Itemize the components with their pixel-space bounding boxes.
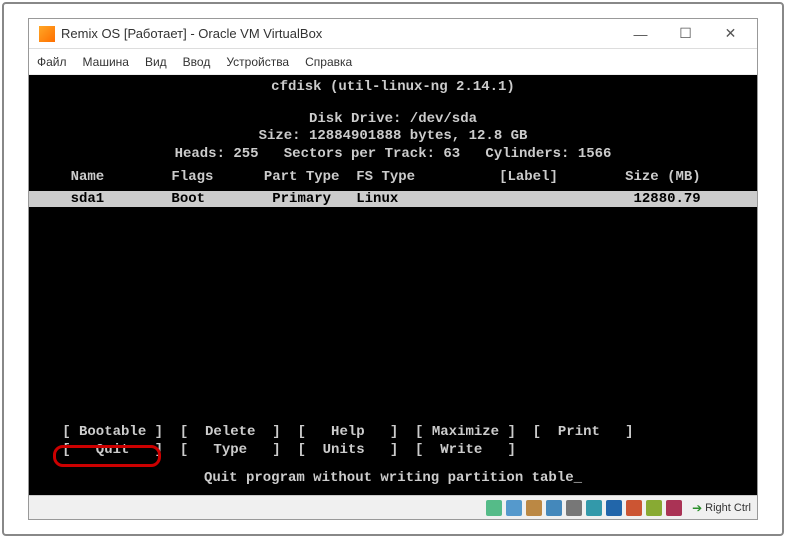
partition-row-selected[interactable]: sda1 Boot Primary Linux 12880.79 <box>29 191 757 207</box>
usb-icon[interactable] <box>566 500 582 516</box>
cfdisk-title: cfdisk (util-linux-ng 2.14.1) <box>29 79 757 97</box>
host-key-indicator[interactable]: ➔ Right Ctrl <box>692 501 751 515</box>
hdd-icon[interactable] <box>486 500 502 516</box>
window-title: Remix OS [Работает] - Oracle VM VirtualB… <box>61 26 618 41</box>
menu-hint: Quit program without writing partition t… <box>29 470 757 488</box>
menu-view[interactable]: Вид <box>145 55 167 69</box>
cd-icon[interactable] <box>506 500 522 516</box>
host-key-label: Right Ctrl <box>705 502 751 514</box>
app-icon <box>39 26 55 42</box>
menubar: Файл Машина Вид Ввод Устройства Справка <box>29 49 757 75</box>
disk-geometry-line: Heads: 255 Sectors per Track: 63 Cylinde… <box>29 146 757 164</box>
share-icon[interactable] <box>586 500 602 516</box>
clipboard-icon[interactable] <box>646 500 662 516</box>
titlebar: Remix OS [Работает] - Oracle VM VirtualB… <box>29 19 757 49</box>
maximize-button[interactable]: ☐ <box>663 20 708 48</box>
cfdisk-menu: [ Bootable ] [ Delete ] [ Help ] [ Maxim… <box>29 423 757 487</box>
menu-row-2[interactable]: [ Quit ] [ Type ] [ Units ] [ Write ] <box>29 441 757 459</box>
arrow-icon: ➔ <box>692 501 702 515</box>
terminal-screen[interactable]: cfdisk (util-linux-ng 2.14.1) Disk Drive… <box>29 75 757 495</box>
statusbar: ➔ Right Ctrl <box>29 495 757 519</box>
menu-devices[interactable]: Устройства <box>226 55 289 69</box>
menu-machine[interactable]: Машина <box>83 55 129 69</box>
net-icon[interactable] <box>546 500 562 516</box>
vm-window: Remix OS [Работает] - Oracle VM VirtualB… <box>28 18 758 520</box>
menu-file[interactable]: Файл <box>37 55 67 69</box>
disk-size-line: Size: 12884901888 bytes, 12.8 GB <box>29 128 757 146</box>
disk-icon[interactable] <box>526 500 542 516</box>
disk-drive-line: Disk Drive: /dev/sda <box>29 111 757 129</box>
close-button[interactable]: ✕ <box>708 20 753 48</box>
record-icon[interactable] <box>666 500 682 516</box>
table-header: Name Flags Part Type FS Type [Label] Siz… <box>29 169 757 185</box>
video-icon[interactable] <box>606 500 622 516</box>
menu-row-1[interactable]: [ Bootable ] [ Delete ] [ Help ] [ Maxim… <box>29 423 757 441</box>
minimize-button[interactable]: — <box>618 20 663 48</box>
mouse-icon[interactable] <box>626 500 642 516</box>
menu-input[interactable]: Ввод <box>183 55 211 69</box>
menu-help[interactable]: Справка <box>305 55 352 69</box>
